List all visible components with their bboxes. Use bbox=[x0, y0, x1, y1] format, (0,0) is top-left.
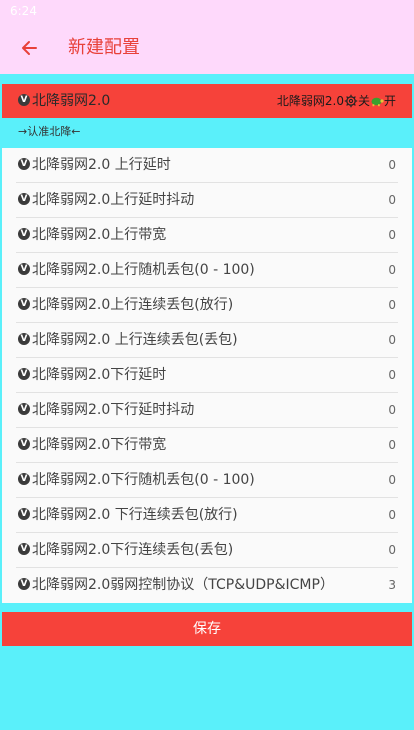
list-item[interactable]: V 北降弱网2.0上行延时抖动 0 bbox=[16, 183, 398, 218]
on-toggle[interactable]: 开 bbox=[370, 84, 396, 118]
list-item-label-group: V 北降弱网2.0 上行延时 bbox=[18, 148, 171, 183]
list-item-label: 北降弱网2.0上行连续丢包(放行) bbox=[32, 297, 234, 313]
list-item[interactable]: V 北降弱网2.0上行连续丢包(放行) 0 bbox=[16, 288, 398, 323]
v-badge-icon: V bbox=[18, 298, 30, 310]
list-item-label-group: V 北降弱网2.0上行延时抖动 bbox=[18, 183, 194, 218]
list-item-label-group: V 北降弱网2.0 上行连续丢包(丢包) bbox=[18, 323, 238, 358]
status-bar: 6:24 bbox=[0, 0, 414, 22]
v-badge-icon: V bbox=[18, 333, 30, 345]
v-badge-icon: V bbox=[18, 94, 30, 106]
list-item-label: 北降弱网2.0 上行延时 bbox=[32, 157, 171, 173]
v-badge-icon: V bbox=[18, 193, 30, 205]
v-badge-icon: V bbox=[18, 158, 30, 170]
v-badge-icon: V bbox=[18, 368, 30, 380]
list-item-label-group: V 北降弱网2.0下行带宽 bbox=[18, 428, 166, 463]
arrow-left-icon bbox=[22, 41, 37, 55]
save-button[interactable]: 保存 bbox=[2, 612, 412, 646]
list-item-label-group: V 北降弱网2.0上行带宽 bbox=[18, 218, 166, 253]
list-item-label: 北降弱网2.0下行连续丢包(丢包) bbox=[32, 542, 234, 558]
list-item-label: 北降弱网2.0上行随机丢包(0 - 100) bbox=[32, 262, 255, 278]
list-item-label-group: V 北降弱网2.0下行随机丢包(0 - 100) bbox=[18, 463, 255, 498]
page-title: 新建配置 bbox=[68, 37, 140, 58]
config-list: V 北降弱网2.0 上行延时 0 V 北降弱网2.0上行延时抖动 0 V 北降弱网2.… bbox=[2, 148, 412, 603]
list-item-value: 0 bbox=[388, 438, 396, 452]
list-item-label-group: V 北降弱网2.0下行连续丢包(丢包) bbox=[18, 533, 233, 568]
app-bar: 新建配置 bbox=[0, 22, 414, 74]
list-item-label-group: V 北降弱网2.0弱网控制协议（TCP&UDP&ICMP） bbox=[18, 568, 334, 603]
list-item-label: 北降弱网2.0下行延时 bbox=[32, 367, 167, 383]
list-item-label: 北降弱网2.0下行随机丢包(0 - 100) bbox=[32, 472, 255, 488]
list-item[interactable]: V 北降弱网2.0 下行连续丢包(放行) 0 bbox=[16, 498, 398, 533]
list-item-label: 北降弱网2.0上行带宽 bbox=[32, 227, 167, 243]
list-item-value: 0 bbox=[388, 368, 396, 382]
subtitle: →认准北降← bbox=[18, 125, 81, 138]
list-item-value: 0 bbox=[388, 403, 396, 417]
v-badge-icon: V bbox=[18, 263, 30, 275]
config-header-title-group: V 北降弱网2.0 bbox=[18, 84, 110, 118]
list-item-value: 3 bbox=[388, 578, 396, 592]
off-label: 关 bbox=[357, 94, 370, 108]
toggle-group: 北降弱网2.0 关 开 bbox=[277, 84, 396, 118]
list-item-value: 0 bbox=[388, 228, 396, 242]
list-item[interactable]: V 北降弱网2.0弱网控制协议（TCP&UDP&ICMP） 3 bbox=[16, 568, 398, 603]
list-item-label-group: V 北降弱网2.0上行随机丢包(0 - 100) bbox=[18, 253, 255, 288]
config-header: V 北降弱网2.0 北降弱网2.0 关 开 bbox=[2, 84, 412, 118]
list-item-value: 0 bbox=[388, 158, 396, 172]
list-item[interactable]: V 北降弱网2.0下行连续丢包(丢包) 0 bbox=[16, 533, 398, 568]
list-item-label: 北降弱网2.0上行延时抖动 bbox=[32, 192, 195, 208]
v-badge-icon: V bbox=[18, 508, 30, 520]
list-item[interactable]: V 北降弱网2.0上行带宽 0 bbox=[16, 218, 398, 253]
status-time: 6:24 bbox=[10, 4, 37, 18]
v-badge-icon: V bbox=[18, 543, 30, 555]
list-item-value: 0 bbox=[388, 333, 396, 347]
list-item-value: 0 bbox=[388, 543, 396, 557]
list-item-label: 北降弱网2.0弱网控制协议（TCP&UDP&ICMP） bbox=[32, 577, 334, 593]
list-item-label: 北降弱网2.0下行带宽 bbox=[32, 437, 167, 453]
list-item-label-group: V 北降弱网2.0上行连续丢包(放行) bbox=[18, 288, 233, 323]
list-item-value: 0 bbox=[388, 473, 396, 487]
list-item-label: 北降弱网2.0 下行连续丢包(放行) bbox=[32, 507, 238, 523]
list-item[interactable]: V 北降弱网2.0上行随机丢包(0 - 100) 0 bbox=[16, 253, 398, 288]
list-item-value: 0 bbox=[388, 263, 396, 277]
list-item-value: 0 bbox=[388, 193, 396, 207]
list-item[interactable]: V 北降弱网2.0下行延时抖动 0 bbox=[16, 393, 398, 428]
list-item[interactable]: V 北降弱网2.0下行带宽 0 bbox=[16, 428, 398, 463]
on-label: 开 bbox=[383, 94, 396, 108]
list-item-value: 0 bbox=[388, 508, 396, 522]
list-item-label-group: V 北降弱网2.0下行延时抖动 bbox=[18, 393, 194, 428]
list-item[interactable]: V 北降弱网2.0 上行延时 0 bbox=[16, 148, 398, 183]
list-item[interactable]: V 北降弱网2.0下行随机丢包(0 - 100) 0 bbox=[16, 463, 398, 498]
toggle-group-label: 北降弱网2.0 bbox=[276, 94, 344, 108]
v-badge-icon: V bbox=[18, 403, 30, 415]
config-header-title: 北降弱网2.0 bbox=[32, 93, 111, 109]
list-item-value: 0 bbox=[388, 298, 396, 312]
v-badge-icon: V bbox=[18, 438, 30, 450]
v-badge-icon: V bbox=[18, 578, 30, 590]
back-button[interactable] bbox=[16, 35, 42, 61]
list-item[interactable]: V 北降弱网2.0下行延时 0 bbox=[16, 358, 398, 393]
list-item-label: 北降弱网2.0 上行连续丢包(丢包) bbox=[32, 332, 238, 348]
gear-icon bbox=[344, 94, 358, 108]
off-toggle[interactable]: 关 bbox=[344, 84, 370, 118]
list-item-label-group: V 北降弱网2.0下行延时 bbox=[18, 358, 166, 393]
v-badge-icon: V bbox=[18, 228, 30, 240]
v-badge-icon: V bbox=[18, 473, 30, 485]
list-item[interactable]: V 北降弱网2.0 上行连续丢包(丢包) 0 bbox=[16, 323, 398, 358]
list-item-label-group: V 北降弱网2.0 下行连续丢包(放行) bbox=[18, 498, 238, 533]
turtle-icon bbox=[371, 97, 384, 107]
list-item-label: 北降弱网2.0下行延时抖动 bbox=[32, 402, 195, 418]
